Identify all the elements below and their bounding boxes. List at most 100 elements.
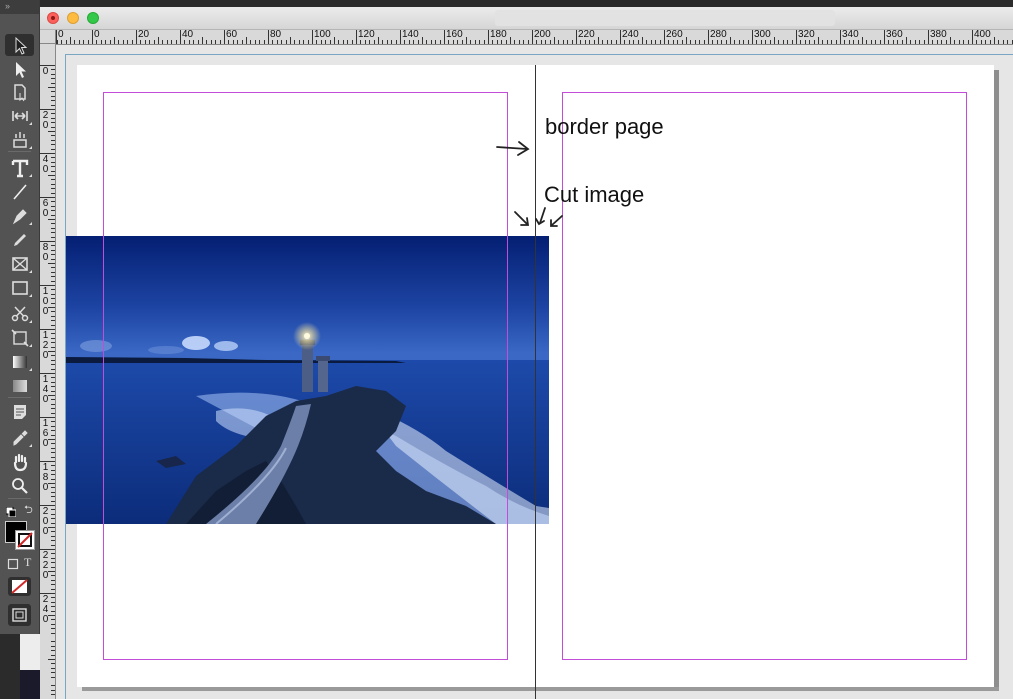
ruler-minor-tick — [466, 37, 467, 44]
default-fill-stroke-icon[interactable] — [5, 504, 17, 518]
ruler-label: 240 — [42, 594, 49, 625]
flyout-indicator-icon — [29, 444, 32, 447]
ruler-minor-tick — [51, 166, 55, 167]
ruler-minor-tick — [51, 171, 55, 172]
tools-panel-grip[interactable]: ›› — [0, 0, 39, 14]
ruler-minor-tick — [246, 37, 247, 44]
ruler-minor-tick — [220, 40, 221, 44]
ruler-minor-tick — [941, 40, 942, 44]
rectangle-tool[interactable] — [5, 277, 34, 299]
ruler-minor-tick — [206, 40, 207, 44]
window-title-bar[interactable] — [40, 7, 1013, 30]
swap-fill-stroke-icon[interactable]: ⮌ — [24, 504, 36, 516]
ruler-minor-tick — [290, 37, 291, 44]
gap-tool[interactable] — [5, 105, 34, 127]
ruler-minor-tick — [690, 40, 691, 44]
ruler-minor-tick — [413, 40, 414, 44]
ruler-minor-tick — [51, 193, 55, 194]
ruler-minor-tick — [347, 40, 348, 44]
ruler-minor-tick — [888, 40, 889, 44]
hand-icon — [13, 453, 27, 472]
ruler-minor-tick — [558, 40, 559, 44]
apply-none-button[interactable] — [8, 577, 31, 596]
selection-tool[interactable] — [5, 34, 34, 56]
ruler-minor-tick — [462, 40, 463, 44]
vertical-ruler[interactable]: 0 20 40 60 80 100 120 140 160 180 200 220 240 — [40, 44, 56, 699]
note-icon — [13, 405, 26, 419]
ruler-minor-tick — [51, 624, 55, 625]
ruler-minor-tick — [51, 413, 55, 414]
stroke-swatch[interactable] — [15, 530, 35, 550]
ruler-minor-tick — [431, 40, 432, 44]
ruler-minor-tick — [352, 40, 353, 44]
scissors-tool[interactable] — [5, 303, 34, 325]
ruler-minor-tick — [48, 219, 55, 220]
ruler-label: 200 — [42, 506, 49, 537]
tools-separator — [8, 151, 31, 152]
screen-mode-button[interactable] — [8, 604, 31, 626]
ruler-minor-tick — [880, 40, 881, 44]
ruler-minor-tick — [506, 40, 507, 44]
direct-selection-tool[interactable] — [5, 58, 34, 80]
formatting-affects-text-button[interactable]: T — [24, 555, 36, 569]
zoom-button[interactable] — [87, 12, 99, 24]
ruler-minor-tick — [51, 254, 55, 255]
gradient-swatch-tool[interactable] — [5, 351, 34, 373]
ruler-minor-tick — [743, 40, 744, 44]
ruler-minor-tick — [51, 399, 55, 400]
ruler-minor-tick — [831, 40, 832, 44]
ruler-tick — [488, 29, 489, 44]
flyout-indicator-icon — [29, 344, 32, 347]
ruler-minor-tick — [382, 40, 383, 44]
formatting-affects-container-icon[interactable] — [7, 557, 19, 570]
white-arrow-icon — [15, 62, 26, 78]
ruler-minor-tick — [51, 514, 55, 515]
ruler-minor-tick — [51, 206, 55, 207]
rectangle-frame-tool[interactable] — [5, 253, 34, 275]
eyedropper-tool[interactable] — [5, 427, 34, 449]
ruler-minor-tick — [277, 40, 278, 44]
frame-x-icon — [11, 257, 28, 271]
ruler-minor-tick — [338, 40, 339, 44]
note-tool[interactable] — [5, 401, 34, 423]
ruler-minor-tick — [783, 40, 784, 44]
pencil-tool[interactable] — [5, 229, 34, 251]
hand-tool[interactable] — [5, 451, 34, 473]
ruler-minor-tick — [655, 40, 656, 44]
flyout-indicator-icon — [29, 320, 32, 323]
type-icon — [11, 159, 28, 178]
ruler-minor-tick — [51, 215, 55, 216]
ruler-minor-tick — [51, 259, 55, 260]
line-tool[interactable] — [5, 181, 34, 203]
minimize-button[interactable] — [67, 12, 79, 24]
ruler-minor-tick — [325, 40, 326, 44]
ruler-minor-tick — [228, 40, 229, 44]
type-tool[interactable] — [5, 157, 34, 179]
ruler-minor-tick — [748, 40, 749, 44]
pen-tool[interactable] — [5, 205, 34, 227]
ruler-minor-tick — [88, 40, 89, 44]
horizontal-ruler[interactable]: 0 0 20 40 60 80 100 120 140 160 180 200 220 240 260 280… — [56, 29, 1013, 45]
content-collector-tool[interactable] — [5, 129, 34, 151]
ruler-minor-tick — [51, 377, 55, 378]
ruler-minor-tick — [51, 646, 55, 647]
ruler-tick — [180, 29, 181, 44]
free-transform-tool[interactable] — [5, 327, 34, 349]
ruler-minor-tick — [51, 272, 55, 273]
zoom-tool[interactable] — [5, 475, 34, 497]
ruler-minor-tick — [642, 37, 643, 44]
placed-image-frame[interactable] — [66, 236, 549, 524]
ruler-label: 160 — [42, 418, 49, 449]
ruler-minor-tick — [497, 40, 498, 44]
ruler-label: 20 — [42, 110, 49, 131]
flyout-indicator-icon — [29, 174, 32, 177]
ruler-minor-tick — [51, 567, 55, 568]
ruler-origin[interactable] — [40, 29, 56, 44]
document-tab-bar[interactable] — [495, 10, 835, 26]
ruler-minor-tick — [391, 40, 392, 44]
page-tool[interactable] — [5, 81, 34, 103]
ruler-minor-tick — [51, 575, 55, 576]
close-button[interactable] — [47, 12, 59, 24]
gradient-feather-tool[interactable] — [5, 375, 34, 397]
ruler-minor-tick — [51, 162, 55, 163]
